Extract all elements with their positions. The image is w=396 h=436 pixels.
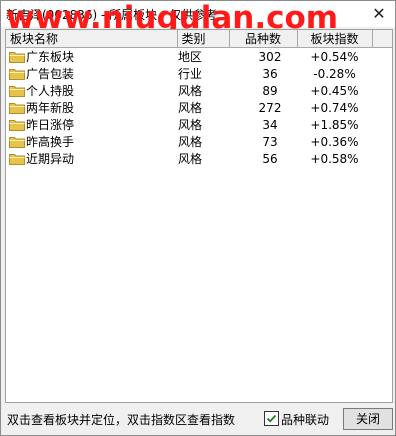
- close-button[interactable]: 关闭: [343, 408, 393, 430]
- folder-icon: [9, 51, 25, 63]
- cell-stock-count: 34: [262, 117, 278, 132]
- folder-icon: [9, 68, 25, 80]
- folder-icon: [9, 136, 25, 148]
- cell-filler: [372, 48, 392, 66]
- cell-block-index[interactable]: -0.28%: [297, 65, 372, 82]
- block-name: 两年新股: [26, 101, 75, 115]
- cell-block-name[interactable]: 两年新股: [6, 99, 177, 116]
- cell-block-index[interactable]: +1.85%: [297, 116, 372, 133]
- folder-icon: [9, 85, 25, 97]
- cell-block-type: 风格: [178, 118, 203, 132]
- cell-block-name[interactable]: 个人持股: [6, 82, 177, 99]
- table-row[interactable]: 广告包装 行业 36 -0.28%: [6, 65, 392, 82]
- block-name: 昨高换手: [26, 135, 75, 149]
- block-table: 板块名称 类别 品种数 板块指数 广东板块 地区 302 +0.54% 广告包装 行业 36…: [6, 30, 392, 167]
- folder-icon: [9, 119, 25, 131]
- cell-filler: [372, 116, 392, 133]
- block-name: 广告包装: [26, 67, 75, 81]
- cell-block-index[interactable]: +0.45%: [297, 82, 372, 99]
- header-name[interactable]: 板块名称: [6, 30, 178, 48]
- cell-block-type: 风格: [178, 135, 203, 149]
- linkage-label[interactable]: 品种联动: [281, 411, 329, 428]
- cell-block-name[interactable]: 近期异动: [6, 150, 177, 167]
- cell-block-name[interactable]: 广告包装: [6, 65, 177, 82]
- table-row[interactable]: 昨日涨停 风格 34 +1.85%: [6, 116, 392, 133]
- block-name: 近期异动: [26, 152, 75, 166]
- header-type[interactable]: 类别: [177, 30, 230, 48]
- cell-filler: [372, 99, 392, 116]
- cell-filler: [372, 65, 392, 82]
- table-row[interactable]: 个人持股 风格 89 +0.45%: [6, 82, 392, 99]
- header-count[interactable]: 品种数: [229, 30, 298, 48]
- cell-block-index[interactable]: +0.74%: [297, 99, 372, 116]
- cell-block-type: 风格: [178, 101, 203, 115]
- cell-block-index[interactable]: +0.58%: [297, 150, 372, 167]
- title-bar: 新吉泽(002836) - 所属板块，仅供参考 www.niugulan.com…: [1, 1, 395, 35]
- linkage-checkbox[interactable]: [264, 411, 279, 426]
- block-name: 昨日涨停: [26, 118, 75, 132]
- dialog-window: 新吉泽(002836) - 所属板块，仅供参考 www.niugulan.com…: [0, 0, 396, 436]
- cell-filler: [372, 82, 392, 99]
- cell-stock-count: 302: [258, 49, 282, 64]
- cell-block-name[interactable]: 广东板块: [6, 48, 177, 66]
- cell-stock-count: 272: [258, 100, 282, 115]
- cell-block-index[interactable]: +0.36%: [297, 133, 372, 150]
- header-index[interactable]: 板块指数: [297, 30, 373, 48]
- folder-icon: [9, 153, 25, 165]
- block-name: 个人持股: [26, 84, 75, 98]
- cell-block-index[interactable]: +0.54%: [297, 48, 372, 66]
- table-row[interactable]: 昨高换手 风格 73 +0.36%: [6, 133, 392, 150]
- cell-block-name[interactable]: 昨高换手: [6, 133, 177, 150]
- folder-icon: [9, 102, 25, 114]
- cell-stock-count: 73: [262, 134, 278, 149]
- table-row[interactable]: 近期异动 风格 56 +0.58%: [6, 150, 392, 167]
- cell-block-name[interactable]: 昨日涨停: [6, 116, 177, 133]
- cell-block-type: 风格: [178, 152, 203, 166]
- table-row[interactable]: 广东板块 地区 302 +0.54%: [6, 48, 392, 66]
- close-icon[interactable]: ✕: [369, 4, 389, 24]
- status-hint: 双击查看板块并定位，双击指数区查看指数: [7, 413, 236, 427]
- checkmark-icon: [266, 414, 277, 423]
- status-bar: 双击查看板块并定位，双击指数区查看指数 品种联动 关闭: [5, 407, 393, 431]
- table-header: 板块名称 类别 品种数 板块指数: [6, 30, 392, 48]
- table-row[interactable]: 两年新股 风格 272 +0.74%: [6, 99, 392, 116]
- header-filler: [372, 30, 392, 48]
- cell-block-type: 行业: [178, 67, 203, 81]
- cell-filler: [372, 133, 392, 150]
- block-list[interactable]: 板块名称 类别 品种数 板块指数 广东板块 地区 302 +0.54% 广告包装 行业 36…: [5, 29, 393, 403]
- cell-block-type: 风格: [178, 84, 203, 98]
- block-name: 广东板块: [26, 50, 75, 64]
- cell-stock-count: 56: [262, 151, 278, 166]
- cell-stock-count: 89: [262, 83, 278, 98]
- cell-block-type: 地区: [178, 50, 203, 64]
- cell-filler: [372, 150, 392, 167]
- cell-stock-count: 36: [262, 66, 278, 81]
